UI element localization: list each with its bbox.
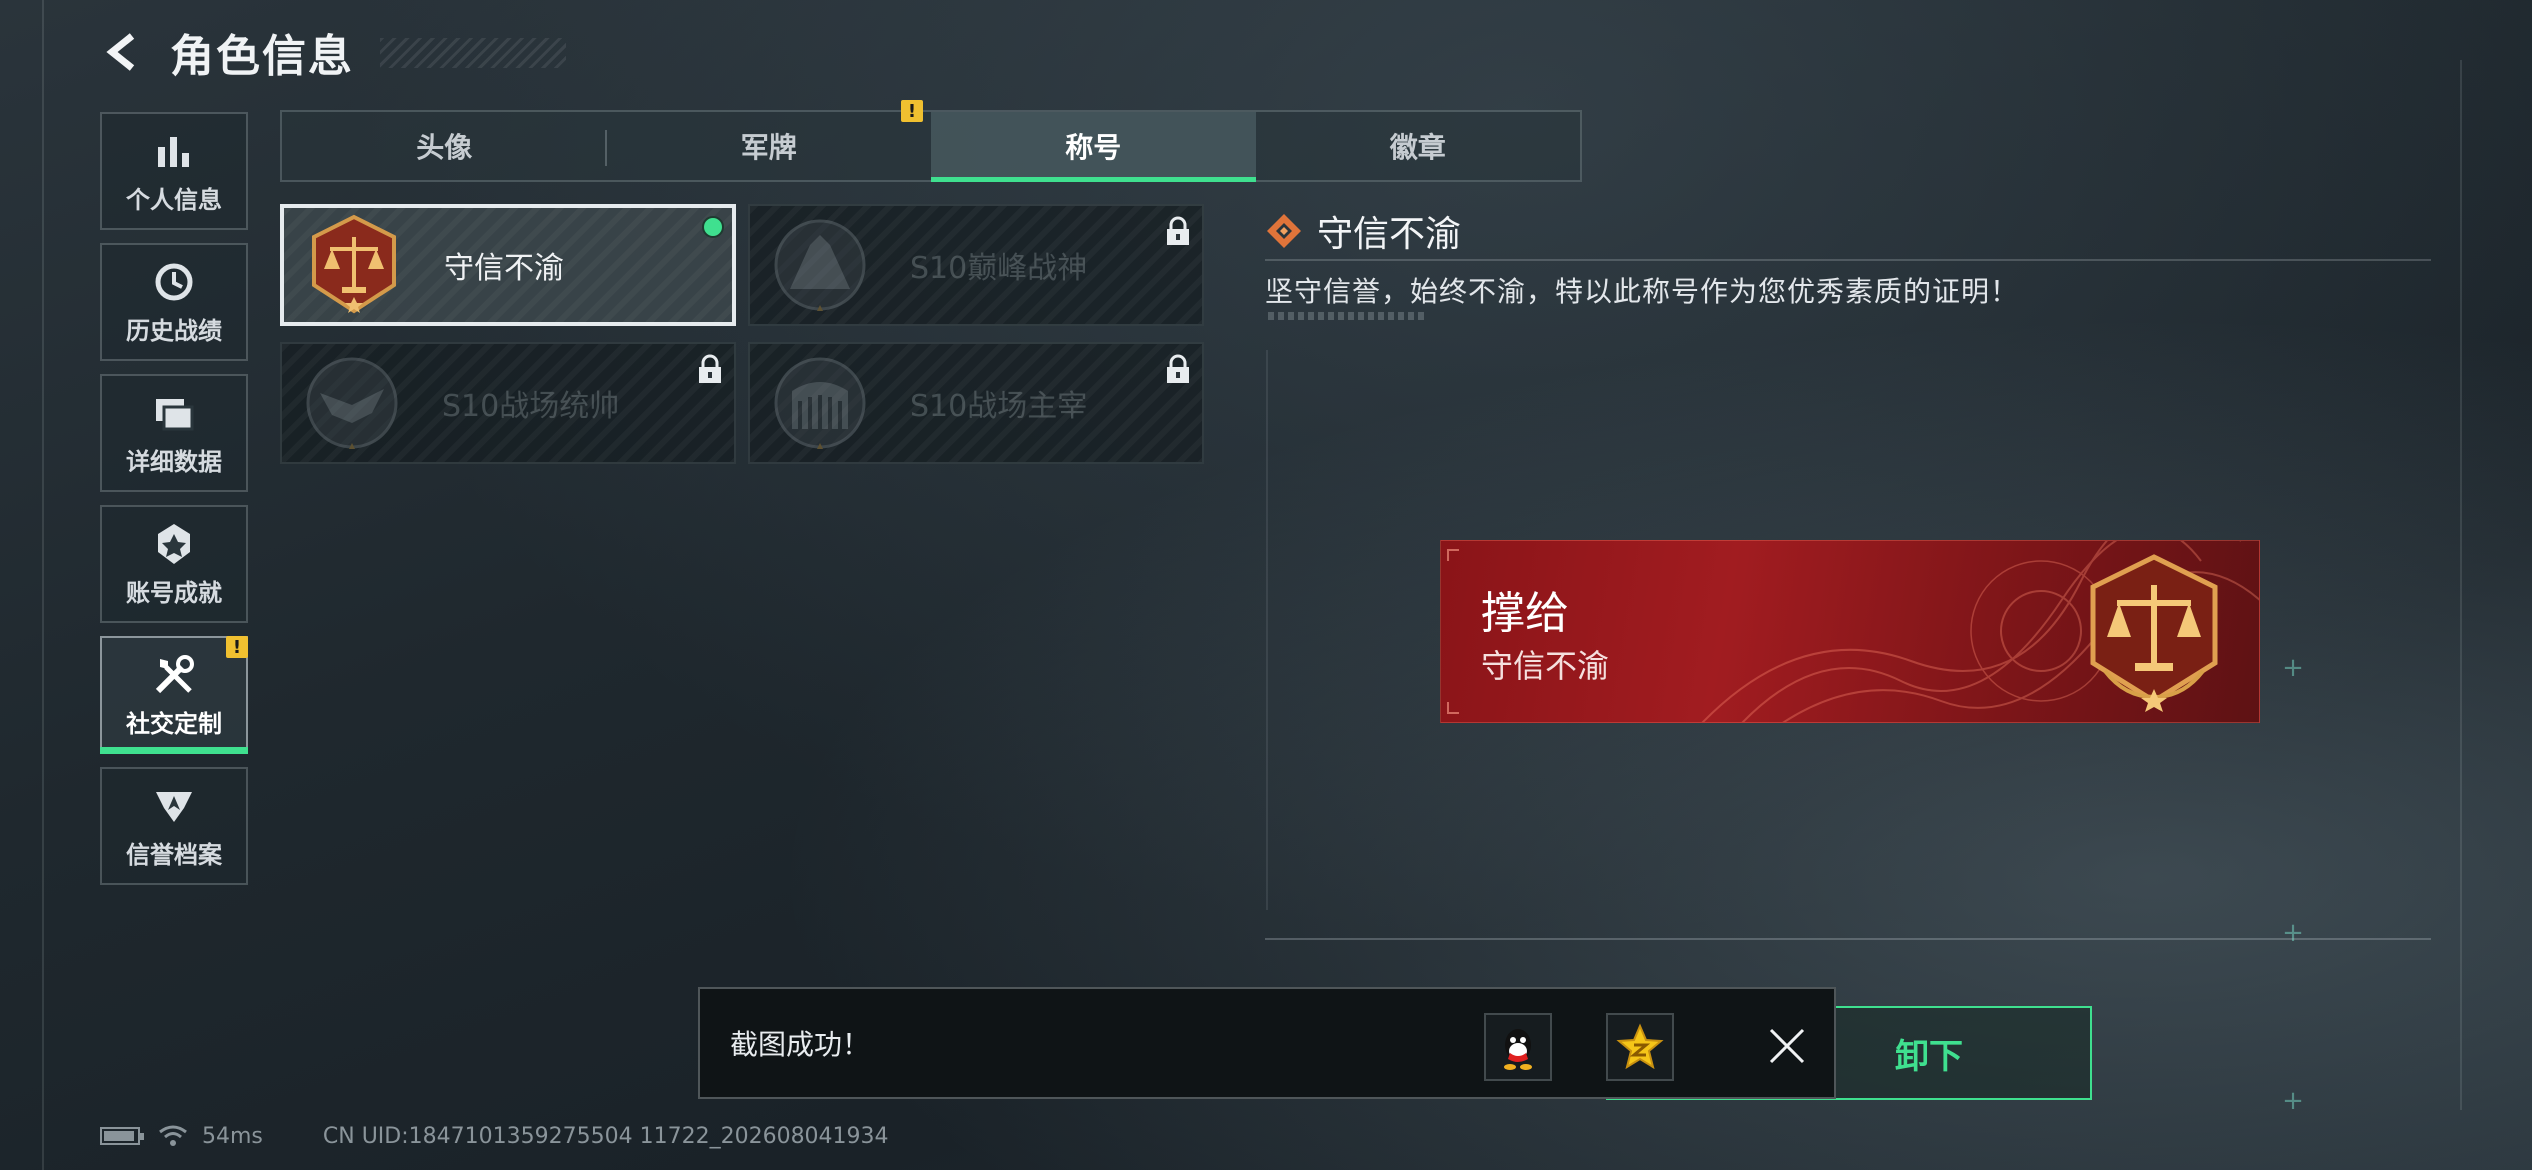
peak-warrior-emblem-icon xyxy=(768,213,872,317)
title-diamond-icon xyxy=(1267,214,1301,248)
achievement-badge-icon xyxy=(154,521,194,567)
warning-badge: ! xyxy=(901,100,923,122)
sidebar-item-social-custom[interactable]: ! 社交定制 xyxy=(100,636,248,754)
crosshair-mark: + xyxy=(2282,1086,2304,1116)
sidebar-item-personal-info[interactable]: 个人信息 xyxy=(100,112,248,230)
bar-chart-icon xyxy=(154,128,194,174)
title-card-name: S10战场主宰 xyxy=(910,389,1088,424)
toast-message: 截图成功！ xyxy=(730,1028,871,1061)
detail-description: 坚守信誉，始终不渝，特以此称号作为您优秀素质的证明！ xyxy=(1265,275,2020,308)
ping-value: 54ms xyxy=(202,1123,263,1149)
crosshair-mark: + xyxy=(2282,653,2304,683)
commander-emblem-icon xyxy=(300,351,404,455)
corner-bracket xyxy=(1447,549,1459,561)
sidebar-item-history[interactable]: 历史战绩 xyxy=(100,243,248,361)
tab-label: 头像 xyxy=(416,131,473,164)
close-toast-button[interactable] xyxy=(1754,1013,1820,1079)
tab-title[interactable]: 称号 xyxy=(931,112,1256,182)
tab-label: 军牌 xyxy=(740,131,797,164)
share-qzone-button[interactable] xyxy=(1606,1013,1674,1081)
colosseum-emblem-icon xyxy=(768,351,872,455)
page-header: 角色信息 xyxy=(100,22,354,82)
title-card-locked[interactable]: S10战场主宰 xyxy=(748,342,1204,464)
detail-bottom-line xyxy=(1265,938,2431,940)
divider xyxy=(1265,259,2431,261)
back-arrow-icon xyxy=(106,33,135,71)
tools-icon xyxy=(152,652,196,698)
tab-label: 称号 xyxy=(1065,131,1122,164)
sidebar-item-label: 个人信息 xyxy=(126,185,222,214)
sidebar-item-label: 信誉档案 xyxy=(126,840,222,869)
screenshot-toast: 截图成功！ xyxy=(698,987,1836,1099)
folders-icon xyxy=(153,390,195,436)
title-card-name: S10战场统帅 xyxy=(442,389,620,424)
title-card-name: S10巅峰战神 xyxy=(910,251,1088,286)
title-card-locked[interactable]: S10战场统帅 xyxy=(280,342,736,464)
sidebar-item-label: 历史战绩 xyxy=(126,316,222,345)
decorative-micro-text xyxy=(1268,312,1428,320)
detail-title: 守信不渝 xyxy=(1265,205,1461,257)
tab-label: 徽章 xyxy=(1389,131,1446,164)
battery-icon xyxy=(100,1127,144,1145)
sidebar-item-detailed-data[interactable]: 详细数据 xyxy=(100,374,248,492)
lock-icon xyxy=(1167,354,1189,383)
wifi-icon xyxy=(159,1125,187,1146)
sidebar: 个人信息 历史战绩 详细数据 账号成就 ! 社交定制 信誉档案 xyxy=(100,112,248,898)
history-clock-icon xyxy=(153,259,195,305)
detail-title-text: 守信不渝 xyxy=(1317,214,1462,255)
qq-icon xyxy=(1504,1029,1532,1070)
warning-badge: ! xyxy=(226,636,248,658)
preview-title-text: 守信不渝 xyxy=(1481,647,1610,685)
player-name: 撑给 xyxy=(1481,588,1569,639)
qzone-star-icon xyxy=(1616,1023,1664,1070)
title-card-name: 守信不渝 xyxy=(444,251,564,286)
page-title: 角色信息 xyxy=(170,31,354,82)
sidebar-item-credit-record[interactable]: 信誉档案 xyxy=(100,767,248,885)
crosshair-mark: + xyxy=(2282,918,2304,948)
tab-avatar[interactable]: 头像 xyxy=(282,112,607,180)
title-card-locked[interactable]: S10巅峰战神 xyxy=(748,204,1204,326)
frame-line-right xyxy=(2460,60,2462,1110)
title-decoration xyxy=(380,38,566,68)
corner-bracket xyxy=(1447,702,1459,714)
credit-shield-icon xyxy=(154,783,194,829)
tab-bar: 头像 军牌 ! 称号 徽章 xyxy=(280,100,1582,182)
sidebar-item-achievements[interactable]: 账号成就 xyxy=(100,505,248,623)
title-preview-banner: 撑给 守信不渝 xyxy=(1440,540,2260,723)
detail-left-line xyxy=(1266,350,1268,910)
lock-icon xyxy=(699,354,721,383)
status-bar: 54ms CN UID:1847101359275504 11722_20260… xyxy=(100,1120,889,1152)
sidebar-item-label: 账号成就 xyxy=(126,578,222,607)
sidebar-item-label: 社交定制 xyxy=(126,709,222,738)
sidebar-item-label: 详细数据 xyxy=(126,447,222,476)
frame-line-left xyxy=(42,0,44,1170)
scales-emblem-icon xyxy=(302,213,406,317)
lock-icon xyxy=(1167,216,1189,245)
scales-emblem-icon xyxy=(2090,554,2218,712)
equipped-indicator xyxy=(702,216,724,238)
close-icon xyxy=(1769,1028,1805,1064)
uid-text: CN UID:1847101359275504 11722_2026080419… xyxy=(322,1123,889,1149)
back-button[interactable] xyxy=(100,28,148,76)
share-qq-button[interactable] xyxy=(1484,1013,1552,1081)
tab-badge[interactable]: 徽章 xyxy=(1256,112,1581,180)
title-card-selected[interactable]: 守信不渝 xyxy=(280,204,736,326)
tab-dogtag[interactable]: 军牌 ! xyxy=(607,100,932,180)
